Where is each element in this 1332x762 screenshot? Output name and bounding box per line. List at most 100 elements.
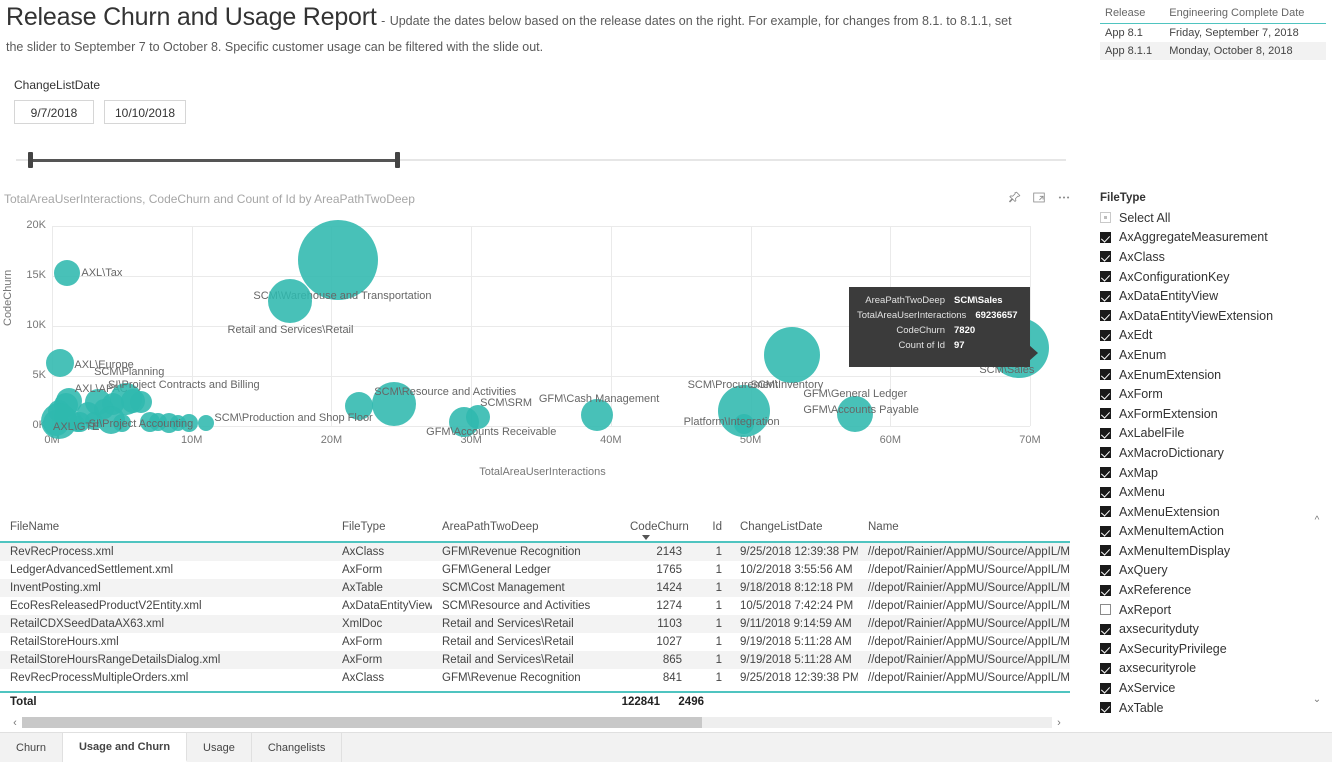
column-header-codechurn[interactable]: CodeChurn [620,515,690,543]
table-row[interactable]: InventPosting.xml AxTable SCM\Cost Managem… [0,579,1070,597]
table-row[interactable]: RetailStoreHoursRangeDetailsDialog.xml Ax… [0,651,1070,669]
slider-handle-end[interactable] [395,152,400,168]
checkbox-checked-icon[interactable] [1100,231,1111,243]
table-row[interactable]: RetailStoreHours.xml AxForm Retail and Ser… [0,633,1070,651]
table-row[interactable]: LedgerAdvancedSettlement.xml AxForm GFM\Ge… [0,561,1070,579]
tab-usage-and-churn[interactable]: Usage and Churn [62,733,188,762]
engineering-complete-date-column-header[interactable]: Engineering Complete Date [1164,5,1326,24]
slicer-end-date-input[interactable]: 10/10/2018 [104,100,187,124]
filter-item-axdataentityview[interactable]: AxDataEntityView [1100,286,1332,306]
filter-item-axsecurityprivilege[interactable]: AxSecurityPrivilege [1100,639,1332,659]
filter-item-axconfigurationkey[interactable]: AxConfigurationKey [1100,267,1332,287]
tab-changelists[interactable]: Changelists [252,733,343,762]
tab-usage[interactable]: Usage [187,733,252,762]
column-header-filetype[interactable]: FileType [332,515,432,543]
cell-codechurn: 1765 [656,564,682,576]
filter-item-axclass[interactable]: AxClass [1100,247,1332,267]
filter-item-axmenuitemaction[interactable]: AxMenuItemAction [1100,522,1332,542]
checkbox-checked-icon[interactable] [1100,682,1111,694]
focus-mode-icon[interactable] [1032,191,1046,204]
filter-item-axmenu[interactable]: AxMenu [1100,482,1332,502]
filter-item-axmap[interactable]: AxMap [1100,463,1332,483]
filter-item-axreport[interactable]: AxReport [1100,600,1332,620]
filter-item-axmacrodictionary[interactable]: AxMacroDictionary [1100,443,1332,463]
filter-item-axenumextension[interactable]: AxEnumExtension [1100,365,1332,385]
checkbox-checked-icon[interactable] [1100,310,1111,322]
scatter-bubble[interactable] [298,220,379,300]
checkbox-checked-icon[interactable] [1100,271,1111,283]
filter-item-label: AxClass [1119,249,1165,264]
table-row[interactable]: EcoResReleasedProductV2Entity.xml AxDataE… [0,597,1070,615]
checkbox-checked-icon[interactable] [1100,290,1111,302]
checkbox-checked-icon[interactable] [1100,643,1111,655]
slicer-start-date-input[interactable]: 9/7/2018 [14,100,94,124]
checkbox-checked-icon[interactable] [1100,702,1111,714]
checkbox-checked-icon[interactable] [1100,545,1111,557]
tab-churn[interactable]: Churn [0,733,63,762]
filter-item-axsecurityduty[interactable]: axsecurityduty [1100,619,1332,639]
checkbox-partial-icon[interactable] [1100,212,1111,224]
table-row[interactable]: RetailCDXSeedDataAX63.xml XmlDoc Retail an… [0,615,1070,633]
filter-item-axformextension[interactable]: AxFormExtension [1100,404,1332,424]
checkbox-checked-icon[interactable] [1100,349,1111,361]
checkbox-checked-icon[interactable] [1100,525,1111,537]
filter-item-label: AxMenuItemAction [1119,524,1224,539]
date-range-slider[interactable] [14,152,1074,168]
filter-item-axmenuextension[interactable]: AxMenuExtension [1100,502,1332,522]
table-row[interactable]: RevRecProcessMultipleOrders.xml AxClass GF… [0,669,1070,687]
filter-item-axmenuitemdisplay[interactable]: AxMenuItemDisplay [1100,541,1332,561]
column-header-name[interactable]: Name [858,515,1070,543]
checkbox-checked-icon[interactable] [1100,427,1111,439]
filter-item-axenum[interactable]: AxEnum [1100,345,1332,365]
checkbox-checked-icon[interactable] [1100,662,1111,674]
cell-filetype: AxForm [342,564,383,576]
column-header-id[interactable]: Id [690,515,730,543]
scatter-bubble[interactable] [764,327,821,383]
cell-areapathtwodeep: GFM\General Ledger [442,564,551,576]
checkbox-checked-icon[interactable] [1100,329,1111,341]
details-table-horizontal-scrollbar[interactable]: ‹ › [8,715,1066,730]
filter-item-axform[interactable]: AxForm [1100,384,1332,404]
scatter-bubble[interactable] [46,349,75,377]
filter-item-axdataentityviewextension[interactable]: AxDataEntityViewExtension [1100,306,1332,326]
checkbox-checked-icon[interactable] [1100,251,1111,263]
checkbox-checked-icon[interactable] [1100,447,1111,459]
slider-selected-range [30,159,398,162]
release-column-header[interactable]: Release [1100,5,1165,24]
filter-item-axtable[interactable]: AxTable [1100,698,1332,718]
scatter-bubble[interactable] [54,260,81,286]
filter-item-axedt[interactable]: AxEdt [1100,326,1332,346]
checkbox-checked-icon[interactable] [1100,369,1111,381]
table-row[interactable]: RevRecProcess.xml AxClass GFM\Revenue Reco… [0,542,1070,561]
checkbox-checked-icon[interactable] [1100,564,1111,576]
filter-item-axservice[interactable]: AxService [1100,678,1332,698]
pin-icon[interactable] [1008,191,1021,204]
checkbox-checked-icon[interactable] [1100,584,1111,596]
filter-item-select-all[interactable]: Select All [1100,208,1332,228]
checkbox-checked-icon[interactable] [1100,506,1111,518]
checkbox-checked-icon[interactable] [1100,388,1111,400]
checkbox-checked-icon[interactable] [1100,623,1111,635]
filter-item-axsecurityrole[interactable]: axsecurityrole [1100,659,1332,679]
checkbox-checked-icon[interactable] [1100,486,1111,498]
table-row[interactable]: App 8.1 Friday, September 7, 2018 [1100,24,1326,43]
scatter-bubble[interactable] [267,279,312,323]
scrollbar-trough[interactable] [22,717,1052,728]
slider-handle-start[interactable] [28,152,33,168]
column-header-changelistdate[interactable]: ChangeListDate [730,515,858,543]
filter-item-axlabelfile[interactable]: AxLabelFile [1100,424,1332,444]
filter-item-axaggregatemeasurement[interactable]: AxAggregateMeasurement [1100,228,1332,248]
checkbox-checked-icon[interactable] [1100,467,1111,479]
checkbox-unchecked-icon[interactable] [1100,604,1111,616]
scatter-bubble[interactable] [197,414,214,431]
table-row[interactable]: App 8.1.1 Monday, October 8, 2018 [1100,42,1326,60]
column-header-filename[interactable]: FileName [0,515,332,543]
column-header-areapathtwodeep[interactable]: AreaPathTwoDeep [432,515,620,543]
filter-item-axreference[interactable]: AxReference [1100,580,1332,600]
scrollbar-thumb[interactable] [22,717,702,728]
more-options-icon[interactable] [1057,191,1071,204]
scroll-right-icon[interactable]: › [1052,717,1066,729]
scroll-left-icon[interactable]: ‹ [8,717,22,729]
filter-item-axquery[interactable]: AxQuery [1100,561,1332,581]
checkbox-checked-icon[interactable] [1100,408,1111,420]
